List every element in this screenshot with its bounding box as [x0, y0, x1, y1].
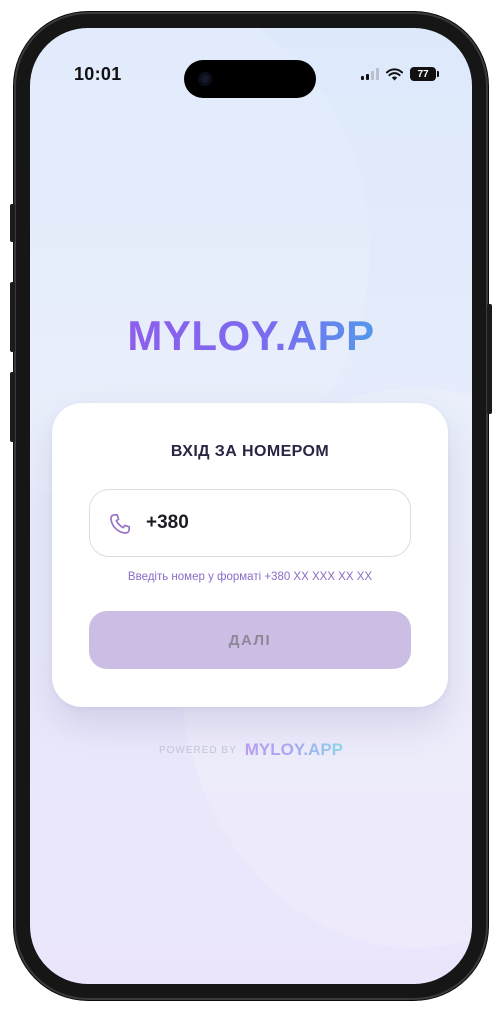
volume-up-button [10, 282, 15, 352]
footer-logo: MYLOY.APP [244, 740, 344, 759]
status-indicators: 77 [361, 66, 439, 82]
phone-frame: 10:01 77 MYLOY.APP ВХІД ЗА НОМЕРОМ +380 [10, 12, 492, 1000]
status-time: 10:01 [74, 64, 122, 84]
phone-icon [110, 513, 131, 534]
app-logo: MYLOY.APP [30, 312, 472, 360]
login-card: ВХІД ЗА НОМЕРОМ +380 Введіть номер у фор… [52, 403, 448, 707]
phone-number-value: +380 [146, 512, 189, 533]
card-title: ВХІД ЗА НОМЕРОМ [170, 443, 330, 460]
phone-format-hint: Введіть номер у форматі +380 XX XXX XX X… [127, 571, 373, 583]
next-button[interactable]: ДАЛІ [89, 611, 411, 669]
volume-down-button [10, 372, 15, 442]
wifi-icon [386, 67, 403, 80]
app-screen: 10:01 77 MYLOY.APP ВХІД ЗА НОМЕРОМ +380 [30, 28, 472, 984]
powered-by-label: POWERED BY [158, 744, 237, 756]
phone-number-input[interactable]: +380 [89, 489, 411, 557]
power-button [487, 304, 492, 414]
camera-icon [198, 72, 212, 86]
dynamic-island [184, 60, 316, 98]
action-button [10, 204, 15, 242]
battery-icon: 77 [410, 67, 439, 81]
cellular-signal-icon [361, 68, 379, 80]
powered-by-footer: POWERED BY MYLOY.APP [30, 740, 472, 760]
